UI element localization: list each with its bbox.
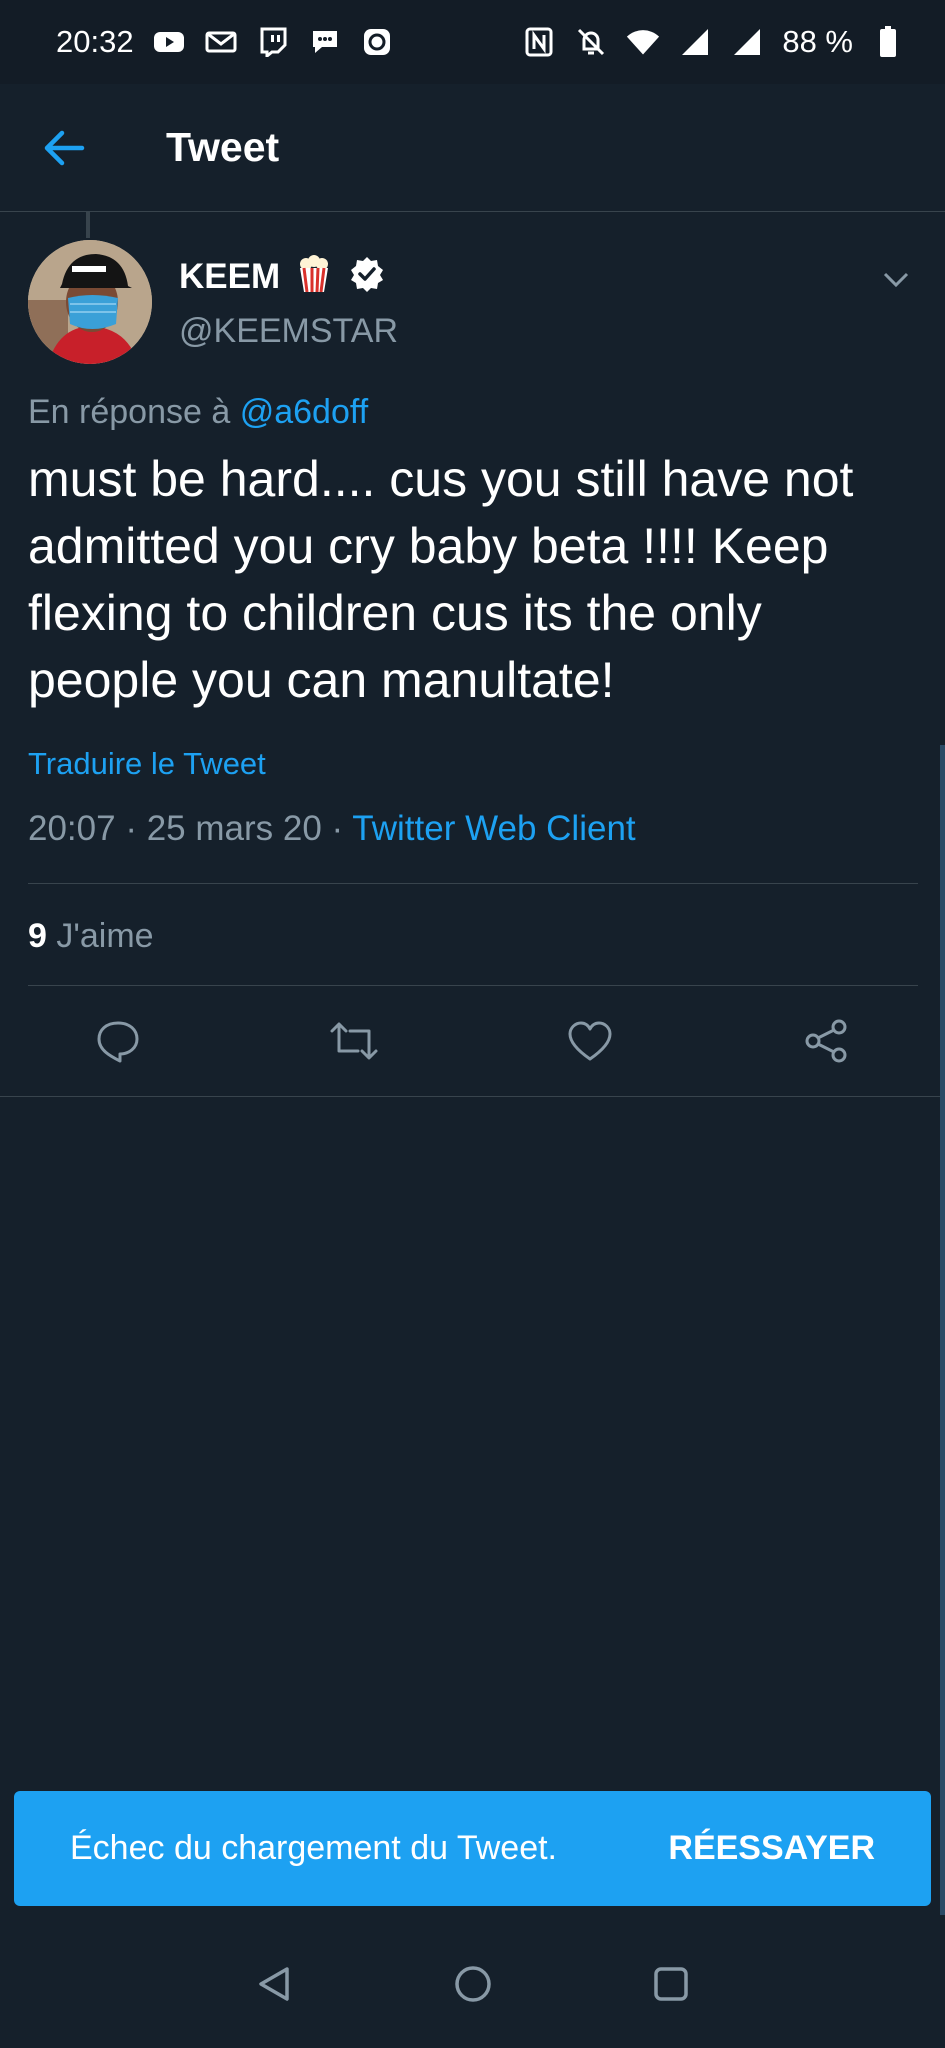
like-label: J'aime bbox=[56, 917, 154, 955]
nav-back-button[interactable] bbox=[251, 1960, 299, 2008]
error-snackbar: Échec du chargement du Tweet. RÉESSAYER bbox=[14, 1791, 931, 1906]
reply-to-link[interactable]: @a6doff bbox=[240, 393, 368, 431]
share-button[interactable] bbox=[798, 1013, 854, 1069]
tweet-time: 20:07 bbox=[28, 809, 116, 848]
translate-link[interactable]: Traduire le Tweet bbox=[28, 746, 266, 782]
meta-separator: · bbox=[125, 809, 137, 848]
nav-recents-button[interactable] bbox=[647, 1960, 695, 2008]
circle-home-icon bbox=[454, 1966, 491, 2002]
battery-percent: 88 % bbox=[782, 24, 853, 59]
message-icon bbox=[308, 25, 342, 59]
tweet-menu-button[interactable] bbox=[874, 258, 918, 302]
retweet-button[interactable] bbox=[326, 1013, 382, 1069]
thread-line bbox=[86, 212, 90, 238]
reply-context: En réponse à @a6doff bbox=[28, 393, 368, 432]
reply-button[interactable] bbox=[90, 1013, 146, 1069]
signal-icon bbox=[730, 25, 764, 59]
wifi-icon bbox=[626, 25, 660, 59]
heart-icon bbox=[568, 1021, 612, 1061]
tweet-actions bbox=[0, 985, 945, 1097]
signal-icon bbox=[678, 25, 712, 59]
share-icon bbox=[805, 1019, 847, 1063]
reply-icon bbox=[97, 1021, 139, 1063]
status-bar: 20:32 88 % bbox=[0, 0, 945, 84]
chevron-down-icon bbox=[883, 272, 909, 288]
youtube-icon bbox=[152, 25, 186, 59]
like-count-value: 9 bbox=[28, 917, 47, 955]
retweet-icon bbox=[330, 1022, 378, 1060]
tweet-date: 25 mars 20 bbox=[146, 809, 322, 848]
scrollbar[interactable] bbox=[940, 745, 945, 1915]
avatar[interactable] bbox=[28, 240, 152, 364]
popcorn-icon bbox=[294, 254, 334, 299]
reply-prefix: En réponse à bbox=[28, 393, 231, 431]
page-title: Tweet bbox=[166, 124, 280, 170]
system-nav-bar bbox=[0, 1920, 945, 2048]
back-button[interactable] bbox=[26, 110, 102, 186]
tweet-header: KEEM @KEEMSTAR bbox=[28, 240, 918, 365]
square-recents-icon bbox=[653, 1967, 688, 2001]
status-time: 20:32 bbox=[56, 24, 134, 59]
nfc-icon bbox=[522, 25, 556, 59]
retry-button[interactable]: RÉESSAYER bbox=[668, 1829, 875, 1868]
verified-badge-icon bbox=[348, 255, 386, 298]
likes-count[interactable]: 9 J'aime bbox=[28, 917, 154, 956]
app-bar: Tweet bbox=[0, 84, 945, 212]
like-button[interactable] bbox=[562, 1013, 618, 1069]
user-handle[interactable]: @KEEMSTAR bbox=[179, 312, 398, 351]
divider bbox=[28, 883, 918, 884]
meta-separator: · bbox=[331, 809, 344, 848]
arrow-left-icon bbox=[44, 130, 85, 165]
tweet-meta: 20:07 · 25 mars 20 · Twitter Web Client bbox=[28, 809, 636, 849]
tweet-text: must be hard.... cus you still have not … bbox=[28, 451, 854, 708]
name-row: KEEM bbox=[179, 254, 386, 299]
triangle-back-icon bbox=[258, 1967, 289, 2001]
display-name[interactable]: KEEM bbox=[179, 257, 280, 297]
snackbar-message: Échec du chargement du Tweet. bbox=[70, 1829, 558, 1867]
twitch-icon bbox=[256, 25, 290, 59]
bell-off-icon bbox=[574, 25, 608, 59]
tweet-client-link[interactable]: Twitter Web Client bbox=[352, 809, 635, 848]
nav-home-button[interactable] bbox=[449, 1960, 497, 2008]
battery-icon bbox=[871, 25, 905, 59]
vpn-icon bbox=[360, 25, 394, 59]
gmail-icon bbox=[204, 25, 238, 59]
